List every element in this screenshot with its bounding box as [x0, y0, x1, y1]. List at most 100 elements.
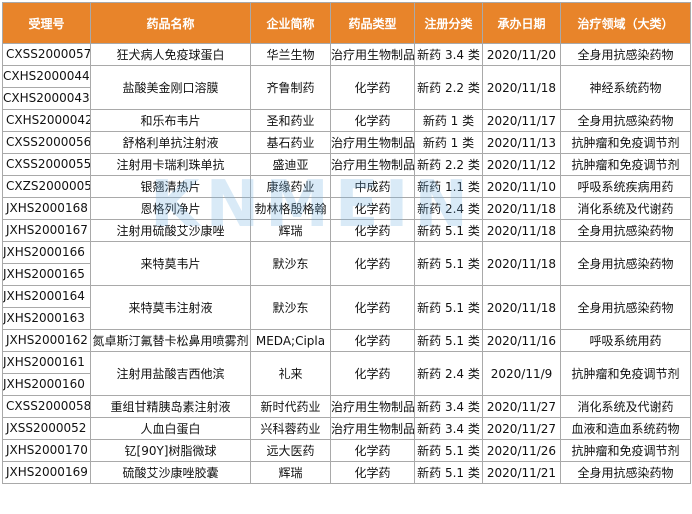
cell-registration-class: 新药 3.4 类 [414, 395, 483, 418]
header-registration-class: 注册分类 [414, 2, 483, 44]
cell-acceptance-no: CXSS2000058 [2, 395, 91, 418]
acceptance-no: CXSS2000057 [6, 47, 91, 61]
header-drug-type: 药品类型 [330, 2, 415, 44]
cell-drug-type: 治疗用生物制品 [330, 395, 415, 418]
cell-acceptance-no: CXSS2000056 [2, 131, 91, 154]
table-row: JXHS2000169 硫酸艾沙康唑胶囊 辉瑞 化学药 新药 5.1 类 2020/11/… [2, 461, 691, 484]
cell-registration-class: 新药 5.1 类 [414, 219, 483, 242]
table-row: JXSS2000052 人血白蛋白 兴科蓉药业 治疗用生物制品 新药 3.4 类 2020… [2, 417, 691, 440]
cell-registration-class: 新药 5.1 类 [414, 439, 483, 462]
table-body: CXSS2000057 狂犬病人免疫球蛋白 华兰生物 治疗用生物制品 新药 3.4 类2… [2, 43, 691, 484]
header-company: 企业简称 [250, 2, 331, 44]
cell-company: 康缘药业 [250, 175, 331, 198]
table-row: CXSS2000057 狂犬病人免疫球蛋白 华兰生物 治疗用生物制品 新药 3.4 类2… [2, 43, 691, 66]
acceptance-no: CXHS2000043 [3, 87, 90, 109]
acceptance-no: CXZS2000005 [6, 179, 91, 193]
cell-acceptance-no: CXHS2000044 CXHS2000043 [2, 65, 91, 110]
cell-date: 2020/11/27 [482, 417, 561, 440]
cell-acceptance-no: JXSS2000052 [2, 417, 91, 440]
cell-therapeutic-area: 抗肿瘤和免疫调节剂 [560, 439, 691, 462]
cell-therapeutic-area: 抗肿瘤和免疫调节剂 [560, 131, 691, 154]
cell-drug-type: 治疗用生物制品 [330, 131, 415, 154]
cell-drug-type: 化学药 [330, 109, 415, 132]
cell-therapeutic-area: 抗肿瘤和免疫调节剂 [560, 153, 691, 176]
cell-date: 2020/11/18 [482, 285, 561, 330]
cell-registration-class: 新药 5.1 类 [414, 241, 483, 286]
cell-drug-type: 化学药 [330, 439, 415, 462]
header-therapeutic-area: 治疗领域（大类） [560, 2, 691, 44]
cell-therapeutic-area: 全身用抗感染药物 [560, 109, 691, 132]
cell-drug-name: 来特莫韦片 [90, 241, 251, 286]
acceptance-no: JXSS2000052 [6, 421, 87, 435]
cell-therapeutic-area: 全身用抗感染药物 [560, 219, 691, 242]
acceptance-no: JXHS2000164 [3, 289, 85, 303]
table-row: CXHS2000044 CXHS2000043 盐酸美金刚口溶膜 齐鲁制药 化学药 新药 … [2, 65, 691, 110]
table-header-row: 受理号 药品名称 企业简称 药品类型 注册分类 承办日期 治疗领域（大类） [2, 2, 691, 44]
cell-therapeutic-area: 全身用抗感染药物 [560, 461, 691, 484]
cell-drug-type: 化学药 [330, 461, 415, 484]
cell-date: 2020/11/12 [482, 153, 561, 176]
cell-company: 礼来 [250, 351, 331, 396]
cell-date: 2020/11/13 [482, 131, 561, 154]
cell-acceptance-no: CXSS2000055 [2, 153, 91, 176]
table-row: JXHS2000164 JXHS2000163 来特莫韦注射液 默沙东 化学药 新药 5.… [2, 285, 691, 330]
cell-company: 兴科蓉药业 [250, 417, 331, 440]
cell-drug-type: 治疗用生物制品 [330, 417, 415, 440]
cell-drug-name: 狂犬病人免疫球蛋白 [90, 43, 251, 66]
cell-date: 2020/11/18 [482, 241, 561, 286]
cell-company: 远大医药 [250, 439, 331, 462]
cell-drug-name: 钇[90Y]树脂微球 [90, 439, 251, 462]
cell-date: 2020/11/20 [482, 43, 561, 66]
cell-acceptance-no: CXSS2000057 [2, 43, 91, 66]
acceptance-no: CXSS2000056 [6, 135, 91, 149]
table-row: JXHS2000161 JXHS2000160 注射用盐酸吉西他滨 礼来 化学药 新药 2… [2, 351, 691, 396]
cell-drug-name: 人血白蛋白 [90, 417, 251, 440]
cell-acceptance-no: JXHS2000166 JXHS2000165 [2, 241, 91, 286]
cell-therapeutic-area: 消化系统及代谢药 [560, 395, 691, 418]
cell-drug-name: 来特莫韦注射液 [90, 285, 251, 330]
cell-company: 默沙东 [250, 285, 331, 330]
cell-date: 2020/11/9 [482, 351, 561, 396]
acceptance-no: JXHS2000170 [6, 443, 88, 457]
cell-acceptance-no: JXHS2000162 [2, 329, 91, 352]
cell-drug-type: 中成药 [330, 175, 415, 198]
cell-date: 2020/11/26 [482, 439, 561, 462]
table-row: JXHS2000166 JXHS2000165 来特莫韦片 默沙东 化学药 新药 5.1 … [2, 241, 691, 286]
cell-company: 辉瑞 [250, 461, 331, 484]
cell-drug-name: 硫酸艾沙康唑胶囊 [90, 461, 251, 484]
cell-therapeutic-area: 抗肿瘤和免疫调节剂 [560, 351, 691, 396]
acceptance-no: JXHS2000160 [3, 373, 90, 395]
cell-registration-class: 新药 3.4 类 [414, 417, 483, 440]
cell-drug-type: 治疗用生物制品 [330, 43, 415, 66]
acceptance-no: CXSS2000055 [6, 157, 91, 171]
cell-drug-name: 氮卓斯汀氟替卡松鼻用喷雾剂 [90, 329, 251, 352]
cell-company: MEDA;Cipla [250, 329, 331, 352]
cell-registration-class: 新药 3.4 类 [414, 43, 483, 66]
cell-drug-type: 化学药 [330, 285, 415, 330]
cell-acceptance-no: JXHS2000164 JXHS2000163 [2, 285, 91, 330]
cell-date: 2020/11/18 [482, 197, 561, 220]
header-drug-name: 药品名称 [90, 2, 251, 44]
cell-acceptance-no: JXHS2000169 [2, 461, 91, 484]
table-row: JXHS2000168 恩格列净片 勃林格殷格翰 化学药 新药 2.4 类 2020/11… [2, 197, 691, 220]
cell-drug-type: 化学药 [330, 351, 415, 396]
cell-drug-type: 化学药 [330, 65, 415, 110]
cell-registration-class: 新药 1 类 [414, 109, 483, 132]
cell-company: 华兰生物 [250, 43, 331, 66]
acceptance-no: JXHS2000163 [3, 307, 90, 329]
cell-acceptance-no: JXHS2000161 JXHS2000160 [2, 351, 91, 396]
cell-therapeutic-area: 神经系统药物 [560, 65, 691, 110]
cell-acceptance-no: JXHS2000170 [2, 439, 91, 462]
cell-therapeutic-area: 消化系统及代谢药 [560, 197, 691, 220]
cell-acceptance-no: CXZS2000005 [2, 175, 91, 198]
acceptance-no: CXSS2000058 [6, 399, 91, 413]
cell-registration-class: 新药 5.1 类 [414, 285, 483, 330]
cell-date: 2020/11/21 [482, 461, 561, 484]
table-row: JXHS2000162 氮卓斯汀氟替卡松鼻用喷雾剂 MEDA;Cipla 化学药 新药 … [2, 329, 691, 352]
acceptance-no: JXHS2000166 [3, 245, 85, 259]
cell-date: 2020/11/17 [482, 109, 561, 132]
cell-date: 2020/11/16 [482, 329, 561, 352]
acceptance-no: JXHS2000165 [3, 263, 90, 285]
acceptance-no: JXHS2000162 [6, 333, 88, 347]
cell-registration-class: 新药 5.1 类 [414, 329, 483, 352]
